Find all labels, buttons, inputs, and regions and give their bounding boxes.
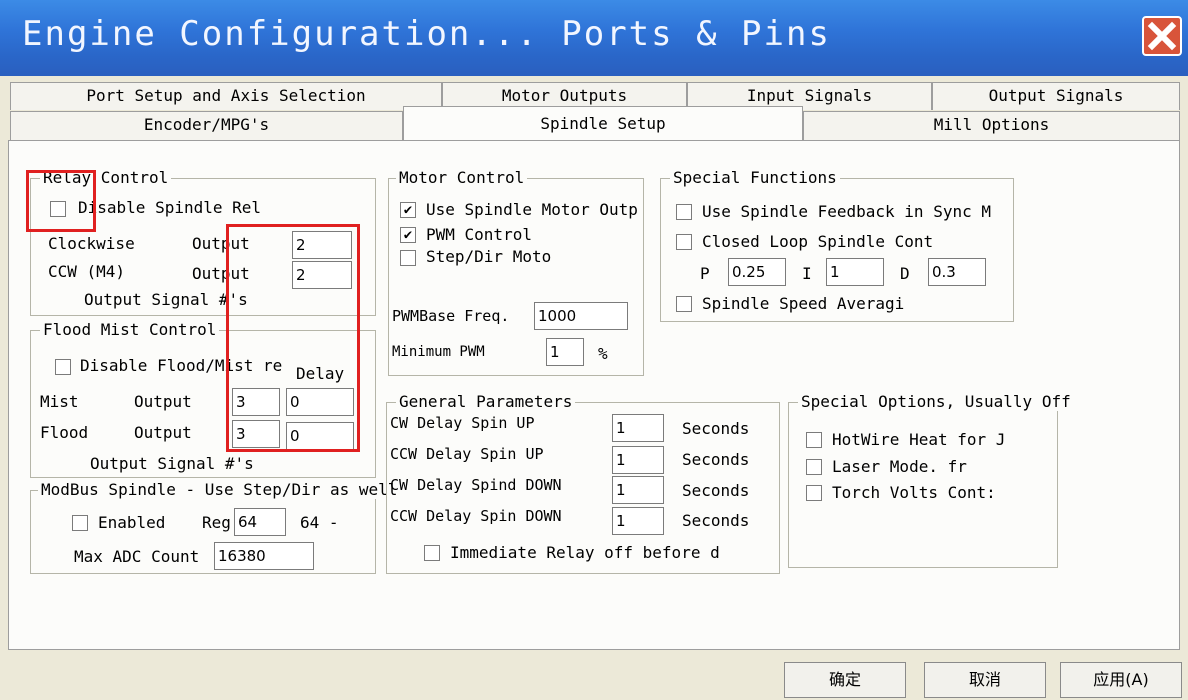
reg-range-label: 64 -	[300, 513, 339, 532]
tab-output-signals[interactable]: Output Signals	[932, 82, 1180, 110]
tab-mill-options[interactable]: Mill Options	[803, 111, 1180, 140]
i-field[interactable]: 1	[826, 258, 884, 286]
close-button[interactable]	[1142, 16, 1182, 56]
modbus-enabled-checkbox[interactable]	[72, 515, 88, 531]
tab-label: Mill Options	[933, 115, 1050, 134]
apply-button[interactable]: 应用(A)	[1060, 662, 1182, 698]
ccw-label: CCW (M4)	[48, 262, 126, 281]
disable-flood-mist-checkbox[interactable]	[55, 359, 71, 375]
tab-spindle-setup[interactable]: Spindle Setup	[403, 106, 803, 142]
tab-label: Input Signals	[746, 86, 873, 105]
minimum-pwm-unit: %	[598, 344, 608, 363]
flood-label: Flood	[40, 423, 89, 442]
motor-control-legend: Motor Control	[396, 168, 528, 187]
p-field[interactable]: 0.25	[728, 258, 786, 286]
p-label: P	[700, 264, 710, 283]
minimum-pwm-label: Minimum PWM	[392, 344, 485, 360]
window-title: Engine Configuration... Ports & Pins	[22, 14, 831, 54]
close-icon	[1147, 21, 1177, 51]
relay-output-signal-label: Output Signal #'s	[84, 290, 248, 309]
ccw-delay-spin-down-field[interactable]: 1	[612, 507, 664, 535]
flood-mist-legend: Flood Mist Control	[40, 320, 220, 339]
special-options-legend: Special Options, Usually Off	[798, 392, 1074, 411]
torch-volts-checkbox[interactable]	[806, 485, 822, 501]
tab-port-setup[interactable]: Port Setup and Axis Selection	[10, 82, 442, 110]
pwm-control-label: PWM Control	[426, 225, 532, 244]
general-parameters-legend: General Parameters	[396, 392, 576, 411]
max-adc-field[interactable]: 16380	[214, 542, 314, 570]
modbus-enabled-label: Enabled	[98, 513, 166, 532]
spindle-speed-averaging-checkbox[interactable]	[676, 296, 692, 312]
hotwire-heat-checkbox[interactable]	[806, 432, 822, 448]
spindle-speed-averaging-label: Spindle Speed Averagi	[702, 294, 905, 313]
cw-delay-spin-down-label: CW Delay Spind DOWN	[390, 476, 562, 494]
pwm-base-freq-field[interactable]: 1000	[534, 302, 628, 330]
ccw-delay-spin-up-field[interactable]: 1	[612, 446, 664, 474]
reg-label: Reg	[202, 513, 231, 532]
ccw-delay-spin-down-label: CCW Delay Spin DOWN	[390, 507, 562, 525]
tab-label: Spindle Setup	[540, 114, 666, 133]
immediate-relay-off-label: Immediate Relay off before d	[450, 543, 720, 562]
immediate-relay-off-checkbox[interactable]	[424, 545, 440, 561]
step-dir-motor-checkbox[interactable]	[400, 250, 416, 266]
reg-field[interactable]: 64	[234, 508, 286, 536]
use-spindle-motor-label: Use Spindle Motor Outp	[426, 200, 638, 219]
laser-mode-checkbox[interactable]	[806, 459, 822, 475]
spindle-feedback-sync-checkbox[interactable]	[676, 204, 692, 220]
minimum-pwm-field[interactable]: 1	[546, 338, 584, 366]
highlight-disable-relay	[26, 170, 96, 232]
pwm-control-checkbox[interactable]: ✔	[400, 227, 416, 243]
modbus-spindle-legend: ModBus Spindle - Use Step/Dir as well	[38, 480, 401, 499]
tab-encoder-mpg[interactable]: Encoder/MPG's	[10, 111, 403, 140]
cw-delay-spin-up-field[interactable]: 1	[612, 414, 664, 442]
step-dir-motor-label: Step/Dir Moto	[426, 247, 552, 266]
spindle-feedback-sync-label: Use Spindle Feedback in Sync M	[702, 202, 991, 221]
special-functions-legend: Special Functions	[670, 168, 840, 187]
tab-label: Output Signals	[988, 86, 1124, 105]
highlight-output-delay	[226, 224, 360, 452]
tab-label: Encoder/MPG's	[143, 115, 270, 134]
tab-label: Port Setup and Axis Selection	[86, 86, 366, 105]
use-spindle-motor-checkbox[interactable]: ✔	[400, 202, 416, 218]
closed-loop-spindle-checkbox[interactable]	[676, 234, 692, 250]
cw-delay-spin-up-unit: Seconds	[682, 419, 750, 438]
max-adc-label: Max ADC Count	[74, 547, 200, 566]
tab-label: Motor Outputs	[501, 86, 628, 105]
ccw-delay-spin-up-unit: Seconds	[682, 450, 750, 469]
pwm-base-freq-label: PWMBase Freq.	[392, 307, 510, 325]
mist-output-label: Output	[134, 392, 192, 411]
mist-label: Mist	[40, 392, 79, 411]
d-field[interactable]: 0.3	[928, 258, 986, 286]
ccw-delay-spin-up-label: CCW Delay Spin UP	[390, 445, 544, 463]
clockwise-label: Clockwise	[48, 234, 135, 253]
cw-delay-spin-down-unit: Seconds	[682, 481, 750, 500]
cw-delay-spin-up-label: CW Delay Spin UP	[390, 414, 535, 432]
flood-output-signal-label: Output Signal #'s	[90, 454, 254, 473]
hotwire-heat-label: HotWire Heat for J	[832, 430, 1006, 449]
flood-output-label: Output	[134, 423, 192, 442]
ok-button[interactable]: 确定	[784, 662, 906, 698]
i-label: I	[802, 264, 812, 283]
d-label: D	[900, 264, 910, 283]
laser-mode-label: Laser Mode. fr	[832, 457, 967, 476]
closed-loop-spindle-label: Closed Loop Spindle Cont	[702, 232, 934, 251]
ccw-delay-spin-down-unit: Seconds	[682, 511, 750, 530]
cw-delay-spin-down-field[interactable]: 1	[612, 476, 664, 504]
disable-spindle-relay-label: Disable Spindle Rel	[78, 198, 262, 217]
torch-volts-label: Torch Volts Cont:	[832, 483, 996, 502]
cancel-button[interactable]: 取消	[924, 662, 1046, 698]
